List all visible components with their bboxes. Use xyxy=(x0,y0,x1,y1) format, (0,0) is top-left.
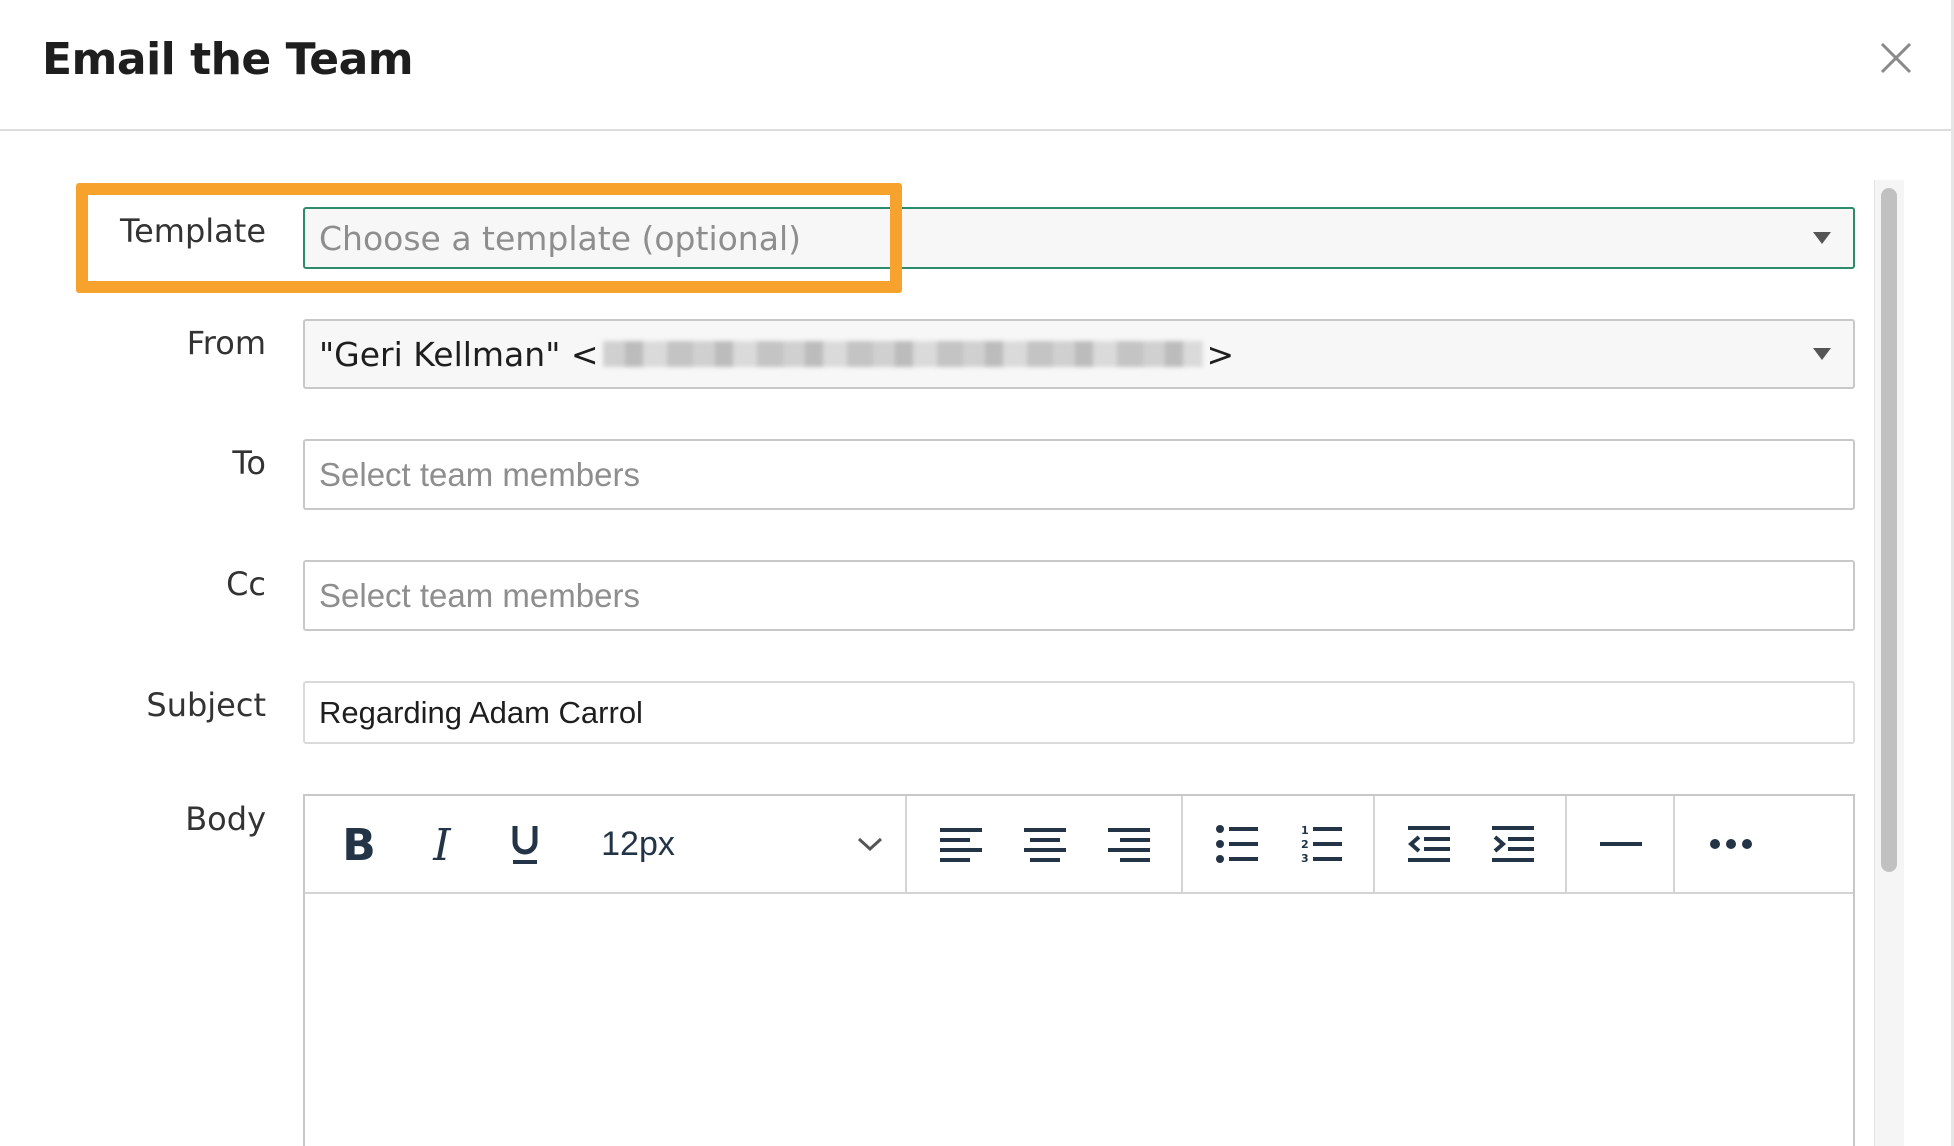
cc-input[interactable]: Select team members xyxy=(303,560,1855,631)
align-left-icon xyxy=(940,828,982,862)
numbered-list-icon: 1 2 3 xyxy=(1301,824,1342,864)
outdent-icon xyxy=(1408,826,1450,862)
indent-icon xyxy=(1492,826,1534,862)
bullet-list-icon xyxy=(1216,825,1258,863)
from-select[interactable]: "Geri Kellman" < > xyxy=(303,319,1855,389)
scrollbar[interactable] xyxy=(1874,180,1904,1146)
redacted-email xyxy=(602,341,1203,367)
to-input[interactable]: Select team members xyxy=(303,439,1855,510)
svg-text:1: 1 xyxy=(1301,824,1309,837)
chevron-down-icon xyxy=(857,837,883,852)
underline-icon xyxy=(512,826,538,864)
toolbar-group-indent xyxy=(1375,796,1567,892)
chevron-down-icon xyxy=(1813,232,1831,244)
numbered-list-button[interactable]: 1 2 3 xyxy=(1279,796,1363,892)
bullet-list-button[interactable] xyxy=(1195,796,1279,892)
chevron-down-icon xyxy=(1813,348,1831,360)
svg-text:2: 2 xyxy=(1301,838,1309,851)
align-left-button[interactable] xyxy=(919,796,1003,892)
toolbar-group-align xyxy=(907,796,1183,892)
horizontal-rule-icon xyxy=(1600,842,1642,846)
cc-label: Cc xyxy=(226,565,266,603)
template-label: Template xyxy=(119,212,266,250)
body-content-area[interactable] xyxy=(305,894,1853,1146)
subject-label: Subject xyxy=(146,686,266,724)
align-right-icon xyxy=(1108,828,1150,862)
align-right-button[interactable] xyxy=(1087,796,1171,892)
italic-button[interactable]: I xyxy=(400,796,483,892)
template-select[interactable]: Choose a template (optional) xyxy=(303,207,1855,269)
align-center-button[interactable] xyxy=(1003,796,1087,892)
close-icon xyxy=(1880,42,1912,74)
scrollbar-thumb[interactable] xyxy=(1881,188,1897,872)
cc-placeholder: Select team members xyxy=(319,576,640,614)
to-placeholder: Select team members xyxy=(319,455,640,493)
font-size-select[interactable]: 12px xyxy=(567,796,905,892)
template-placeholder: Choose a template (optional) xyxy=(319,218,801,258)
font-size-value: 12px xyxy=(601,824,675,863)
close-button[interactable] xyxy=(1876,38,1916,78)
more-icon xyxy=(1710,839,1752,849)
from-suffix: > xyxy=(1206,334,1235,374)
svg-text:I: I xyxy=(432,822,452,866)
toolbar-group-lists: 1 2 3 xyxy=(1183,796,1375,892)
underline-button[interactable] xyxy=(484,796,567,892)
toolbar-group-text: B I 12px xyxy=(305,796,907,892)
modal-header: Email the Team xyxy=(0,0,1952,131)
email-team-modal: Email the Team Template Choose a templat… xyxy=(0,0,1954,1146)
italic-icon: I xyxy=(432,822,452,866)
toolbar-group-rule xyxy=(1567,796,1675,892)
indent-button[interactable] xyxy=(1471,796,1555,892)
svg-text:3: 3 xyxy=(1301,852,1309,864)
toolbar-group-more xyxy=(1675,796,1795,892)
from-label: From xyxy=(186,324,266,362)
subject-input[interactable]: Regarding Adam Carrol xyxy=(303,681,1855,744)
bold-icon: B xyxy=(342,822,376,866)
editor-toolbar: B I 12px 1 2 3 xyxy=(305,796,1853,894)
more-button[interactable] xyxy=(1689,796,1773,892)
align-center-icon xyxy=(1024,828,1066,862)
subject-value: Regarding Adam Carrol xyxy=(319,694,643,730)
horizontal-rule-button[interactable] xyxy=(1579,796,1663,892)
from-name: "Geri Kellman" < xyxy=(319,334,599,374)
body-editor: B I 12px 1 2 3 xyxy=(303,794,1855,1146)
outdent-button[interactable] xyxy=(1387,796,1471,892)
svg-text:B: B xyxy=(342,822,376,866)
to-label: To xyxy=(232,444,266,482)
bold-button[interactable]: B xyxy=(317,796,400,892)
modal-title: Email the Team xyxy=(42,34,414,85)
body-label: Body xyxy=(185,800,266,838)
